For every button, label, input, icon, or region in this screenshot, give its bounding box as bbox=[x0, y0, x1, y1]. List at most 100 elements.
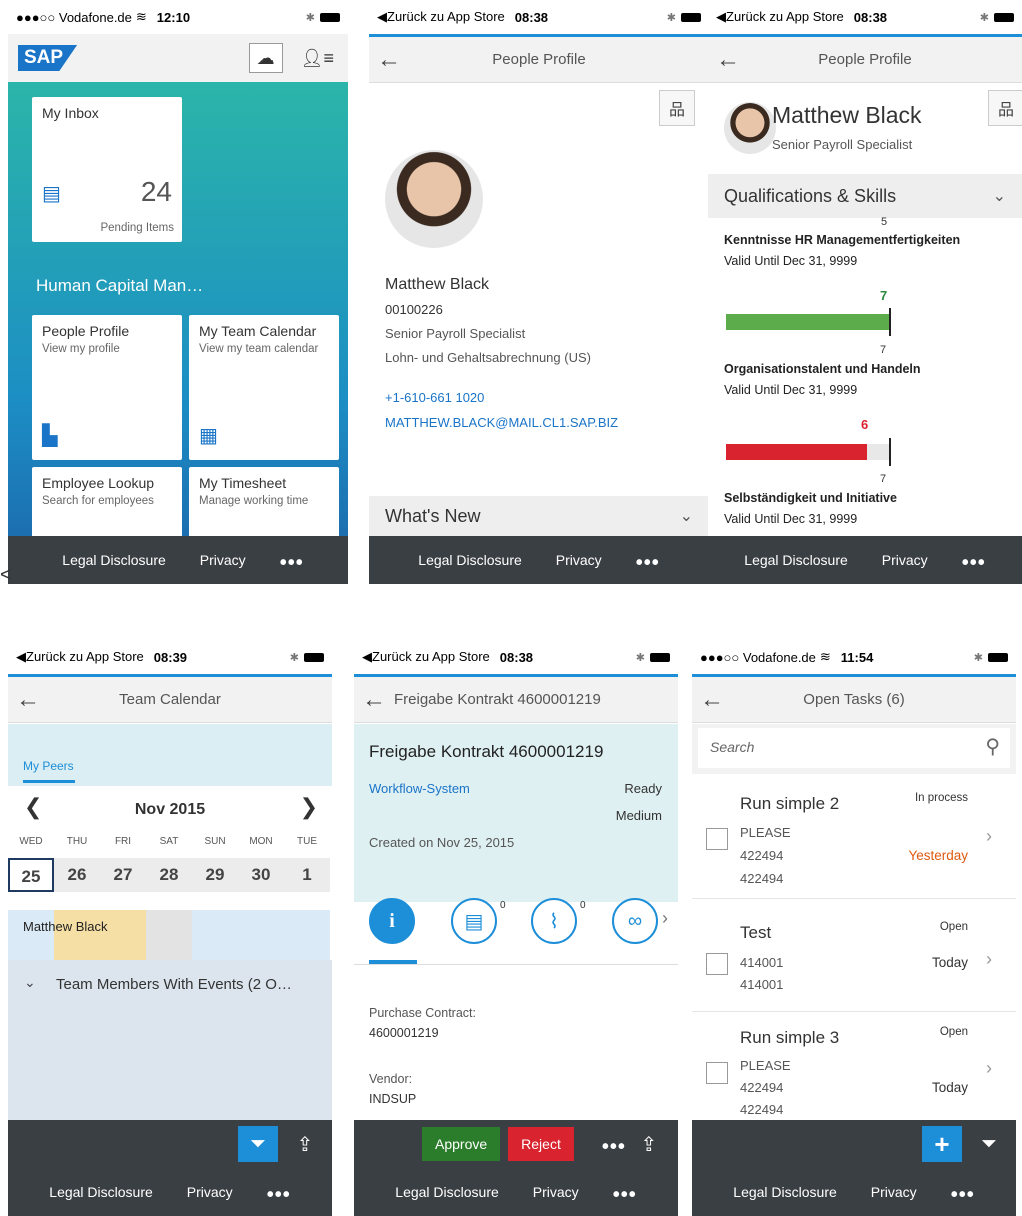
task-line: PLEASE bbox=[740, 1058, 791, 1073]
legal-disclosure-link[interactable]: Legal Disclosure bbox=[418, 552, 522, 568]
reject-button[interactable]: Reject bbox=[508, 1127, 574, 1161]
privacy-link[interactable]: Privacy bbox=[882, 552, 928, 568]
date-cell[interactable]: 26 bbox=[54, 858, 100, 892]
more-icon[interactable]: ••• bbox=[280, 552, 304, 575]
search-icon[interactable]: ⚲ bbox=[985, 734, 1000, 759]
privacy-link[interactable]: Privacy bbox=[200, 552, 246, 568]
legal-disclosure-link[interactable]: Legal Disclosure bbox=[49, 1184, 153, 1200]
next-month-icon[interactable]: ❯ bbox=[300, 794, 318, 820]
task-checkbox[interactable] bbox=[706, 828, 728, 850]
date-cell[interactable]: 28 bbox=[146, 858, 192, 892]
date-cell[interactable]: 30 bbox=[238, 858, 284, 892]
task-checkbox[interactable] bbox=[706, 1062, 728, 1084]
legal-disclosure-link[interactable]: Legal Disclosure bbox=[744, 552, 848, 568]
chevron-down-icon[interactable]: ⌄ bbox=[24, 974, 36, 991]
tile-my-timesheet[interactable]: My Timesheet Manage working time bbox=[189, 467, 339, 547]
chevron-right-icon: › bbox=[986, 826, 992, 846]
more-icon[interactable]: ••• bbox=[636, 552, 660, 575]
task-item[interactable]: Run simple 3 Open PLEASE 422494 422494 T… bbox=[692, 1012, 1016, 1122]
skill-actual-value: 7 bbox=[880, 288, 888, 303]
task-line: 422494 bbox=[740, 1080, 784, 1095]
task-title: Run simple 3 bbox=[740, 1028, 840, 1047]
date-cell-selected[interactable]: 25 bbox=[8, 858, 54, 892]
more-icon[interactable]: ••• bbox=[951, 1184, 975, 1207]
launchpad-header: SAP ☁ 👤︎≡ bbox=[8, 34, 348, 82]
share-icon[interactable]: ⇪ bbox=[290, 1132, 320, 1157]
date-cell[interactable]: 29 bbox=[192, 858, 238, 892]
tile-count: 24 bbox=[140, 176, 172, 207]
chevron-right-icon[interactable]: › bbox=[662, 908, 668, 929]
back-to-app-store[interactable]: ◀Zurück zu App Store bbox=[377, 9, 505, 25]
qualifications-section[interactable]: Qualifications & Skills ⌄ bbox=[708, 174, 1022, 218]
task-due: Today bbox=[931, 955, 968, 970]
field-label: Purchase Contract: bbox=[369, 1006, 476, 1020]
privacy-link[interactable]: Privacy bbox=[533, 1184, 579, 1200]
approve-button[interactable]: Approve bbox=[422, 1127, 501, 1161]
date-cell[interactable]: 27 bbox=[100, 858, 146, 892]
tile-subtitle: Search for employees bbox=[42, 495, 154, 507]
footer-bar: Legal Disclosure Privacy ••• bbox=[354, 1168, 678, 1216]
search-input[interactable]: Search ⚲ bbox=[698, 728, 1010, 768]
legal-disclosure-link[interactable]: Legal Disclosure bbox=[733, 1184, 837, 1200]
section-title: What's New bbox=[385, 505, 481, 526]
calendar-icon: ▦ bbox=[199, 425, 218, 447]
link-tab-icon[interactable]: ∞ bbox=[612, 898, 658, 944]
clock: 08:38 bbox=[499, 649, 534, 665]
chevron-down-icon: ⌄ bbox=[992, 188, 1006, 205]
more-icon[interactable]: ••• bbox=[962, 552, 986, 575]
share-icon[interactable]: ⇪ bbox=[634, 1132, 664, 1157]
tile-people-profile[interactable]: People Profile View my profile ▙ bbox=[32, 315, 182, 460]
task-state: In process bbox=[914, 792, 968, 804]
weekday-header: WED THU FRI SAT SUN MON TUE bbox=[8, 836, 332, 847]
person-event-row[interactable] bbox=[8, 910, 332, 960]
org-chart-icon[interactable]: 品 bbox=[988, 90, 1022, 126]
tile-team-calendar[interactable]: My Team Calendar View my team calendar ▦ bbox=[189, 315, 339, 460]
task-item[interactable]: Run simple 2 In process PLEASE 422494 42… bbox=[692, 780, 1016, 899]
open-tasks-screen: ●●●○○ Vodafone.de ≋ 11:54 ✱ ← Open Tasks… bbox=[692, 640, 1016, 1216]
inbox-icon: ▤ bbox=[42, 183, 61, 205]
filter-icon[interactable]: ⏷ bbox=[238, 1126, 278, 1162]
team-members-header[interactable]: Team Members With Events (2 O… bbox=[56, 976, 292, 993]
more-icon[interactable]: ••• bbox=[602, 1136, 626, 1159]
info-tab-icon[interactable]: i bbox=[369, 898, 415, 944]
filter-icon[interactable]: ⏷ bbox=[974, 1133, 1004, 1156]
user-menu-icon[interactable]: 👤︎≡ bbox=[301, 48, 334, 69]
tile-employee-lookup[interactable]: Employee Lookup Search for employees bbox=[32, 467, 182, 547]
skill-name: Selbständigkeit und Initiative bbox=[724, 491, 897, 505]
tab-bar: My Peers bbox=[8, 724, 332, 786]
email-link[interactable]: MATTHEW.BLACK@MAIL.CL1.SAP.BIZ bbox=[385, 415, 618, 430]
skill-validity: Valid Until Dec 31, 9999 bbox=[724, 254, 858, 268]
clock: 08:38 bbox=[514, 9, 549, 25]
legal-disclosure-link[interactable]: Legal Disclosure bbox=[62, 552, 166, 568]
legal-disclosure-link[interactable]: Legal Disclosure bbox=[395, 1184, 499, 1200]
status-bar: ◀Zurück zu App Store 08:38 ✱ bbox=[708, 0, 1022, 34]
system-link[interactable]: Workflow-System bbox=[369, 781, 470, 796]
task-info-panel: Freigabe Kontrakt 4600001219 Workflow-Sy… bbox=[354, 724, 678, 902]
back-to-app-store[interactable]: ◀Zurück zu App Store bbox=[716, 9, 844, 25]
tile-my-inbox[interactable]: My Inbox ▤ 24 Pending Items bbox=[32, 97, 182, 242]
tab-my-peers[interactable]: My Peers bbox=[23, 759, 74, 773]
clock: 12:10 bbox=[156, 9, 191, 25]
task-title: Test bbox=[740, 923, 772, 942]
more-icon[interactable]: ••• bbox=[267, 1184, 291, 1207]
back-to-app-store[interactable]: ◀Zurück zu App Store bbox=[362, 649, 490, 665]
back-arrow-icon[interactable]: ← bbox=[354, 677, 394, 723]
cloud-icon[interactable]: ☁ bbox=[248, 43, 283, 73]
phone-link[interactable]: +1-610-661 1020 bbox=[385, 390, 484, 405]
footer-bar: Legal Disclosure Privacy ••• bbox=[708, 536, 1022, 584]
more-icon[interactable]: ••• bbox=[613, 1184, 637, 1207]
action-toolbar: + ⏷ bbox=[692, 1120, 1016, 1168]
back-to-app-store[interactable]: ◀Zurück zu App Store bbox=[16, 649, 144, 665]
whats-new-section[interactable]: What's New ⌄ bbox=[369, 496, 709, 536]
task-checkbox[interactable] bbox=[706, 953, 728, 975]
privacy-link[interactable]: Privacy bbox=[187, 1184, 233, 1200]
date-cell[interactable]: 1 bbox=[284, 858, 330, 892]
privacy-link[interactable]: Privacy bbox=[871, 1184, 917, 1200]
task-item[interactable]: Test Open 414001 414001 Today › bbox=[692, 905, 1016, 1012]
org-chart-icon[interactable]: 品 bbox=[659, 90, 695, 126]
attachment-tab-icon[interactable]: ⌇ bbox=[531, 898, 577, 944]
add-icon[interactable]: + bbox=[922, 1126, 962, 1162]
notes-tab-icon[interactable]: ▤ bbox=[451, 898, 497, 944]
task-title: Run simple 2 bbox=[740, 794, 840, 813]
privacy-link[interactable]: Privacy bbox=[556, 552, 602, 568]
